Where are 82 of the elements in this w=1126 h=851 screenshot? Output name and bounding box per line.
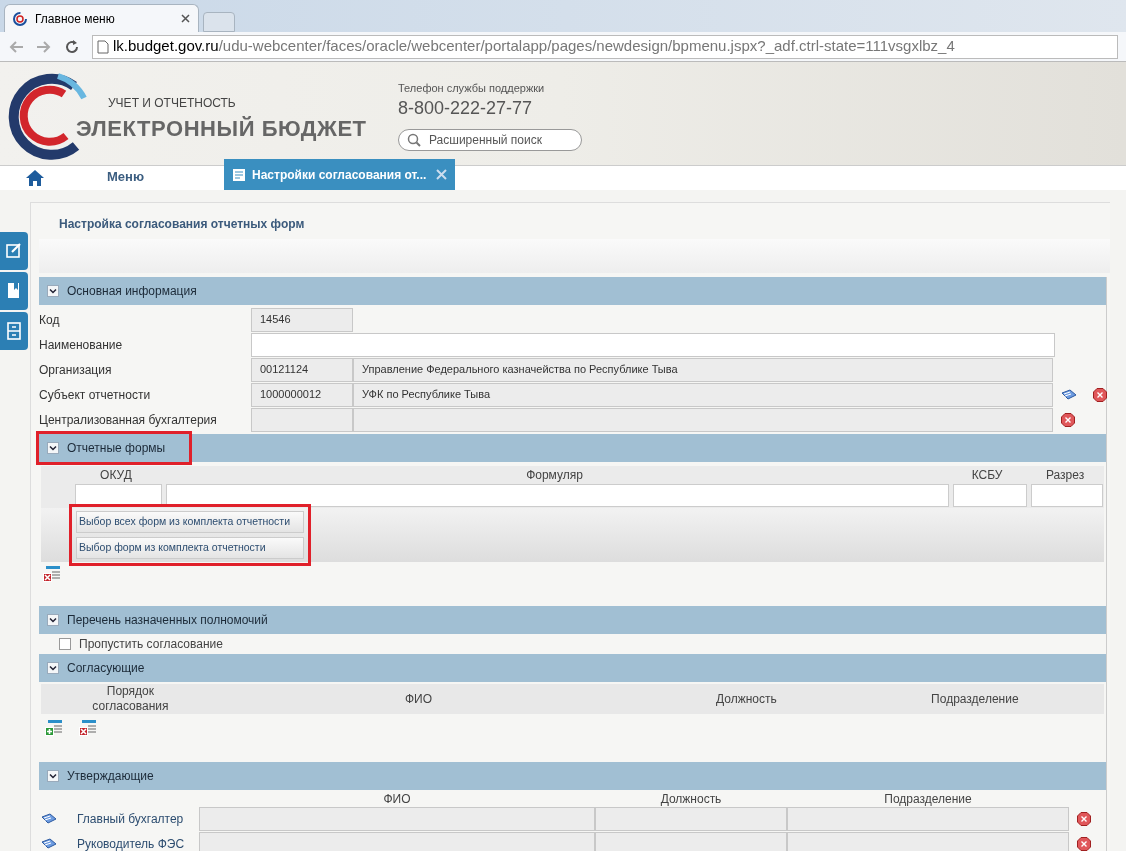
readonly-field: 14546 (251, 307, 353, 332)
book-icon[interactable] (41, 837, 57, 850)
field-label: Субъект отчетности (39, 386, 152, 404)
address-bar[interactable]: lk.budget.gov.ru/udu-webcenter/faces/oracle/webcenter/portalapp/pages/newdesign/bpmenu.jspx?_adf.ctrl-state=111vsgxlbz_4 (92, 34, 1118, 59)
logo-title: ЭЛЕКТРОННЫЙ БЮДЖЕТ (76, 115, 367, 143)
column-header: Порядок согласования (91, 684, 170, 714)
tab-title: Главное меню (35, 10, 116, 28)
cabinet-icon (6, 322, 22, 340)
book-icon[interactable] (41, 812, 57, 825)
name-input[interactable] (251, 332, 1055, 357)
close-icon[interactable] (181, 14, 190, 23)
side-tab[interactable] (0, 312, 28, 350)
okud-input[interactable] (75, 483, 162, 507)
section-title: Отчетные формы (67, 440, 166, 457)
home-icon[interactable] (25, 169, 45, 187)
section-input[interactable] (1031, 483, 1103, 507)
field-label: Организация (39, 361, 113, 379)
form-icon (232, 167, 248, 182)
column-header: Разрез (1044, 467, 1086, 482)
section-header[interactable]: Основная информация (39, 277, 1106, 305)
collapse-icon[interactable] (47, 662, 59, 674)
collapse-icon[interactable] (47, 285, 59, 297)
role-link[interactable]: Руководитель ФЭС (77, 834, 199, 851)
page-title: Настройка согласования отчетных форм (58, 216, 306, 233)
readonly-field: 00121124 (251, 357, 353, 382)
page-icon (97, 39, 109, 54)
column-header: Должность (714, 691, 778, 708)
section-header[interactable]: Перечень назначенных полномочий (39, 606, 1106, 634)
column-header: КСБУ (970, 467, 1004, 482)
select-forms-button[interactable]: Выбор форм из комплекта отчетности (76, 537, 304, 559)
collapse-icon[interactable] (47, 442, 59, 454)
column-header: ФИО (403, 691, 434, 708)
delete-row-icon[interactable] (43, 566, 61, 582)
side-tab[interactable] (0, 272, 28, 310)
support-phone: 8-800-222-27-77 (398, 96, 534, 119)
readonly-field: УФК по Республике Тыва (353, 382, 1053, 407)
book-icon[interactable] (1061, 388, 1077, 401)
search-icon (407, 133, 421, 147)
field-label: Наименование (39, 336, 124, 354)
add-row-icon[interactable] (45, 720, 63, 736)
reload-icon[interactable] (64, 38, 80, 55)
select-forms-button[interactable]: Выбор всех форм из комплекта отчетности (76, 511, 304, 533)
section-title: Основная информация (67, 283, 197, 300)
delete-icon[interactable] (1077, 836, 1091, 851)
column-header: Формуляр (525, 467, 584, 482)
readonly-field: Управление Федерального казначейства по Республике Тыва (353, 357, 1053, 382)
checkbox[interactable] (59, 638, 71, 650)
column-header: Подразделение (930, 691, 1020, 708)
browser-tab[interactable]: Главное меню (4, 4, 199, 32)
delete-row-icon[interactable] (79, 720, 97, 736)
site-logo-icon (13, 11, 27, 26)
field-label: Централизованная бухгалтерия (39, 411, 218, 429)
section-header[interactable]: Отчетные формы (39, 434, 1106, 462)
edit-icon (6, 242, 22, 260)
role-link[interactable]: Главный бухгалтер (77, 809, 199, 828)
collapse-icon[interactable] (47, 770, 59, 782)
section-header[interactable]: Согласующие (39, 654, 1106, 682)
side-tab[interactable] (0, 232, 28, 270)
readonly-field: 1000000012 (251, 382, 353, 407)
collapse-icon[interactable] (47, 614, 59, 626)
column-header: Должность (659, 791, 723, 806)
column-header: ОКУД (99, 467, 133, 482)
section-title: Согласующие (67, 660, 145, 677)
url-text: lk.budget.gov.ru/udu-webcenter/faces/oracle/webcenter/portalapp/pages/newdesign/bpmenu.jspx?_adf.ctrl-state=111vsgxlbz_4 (113, 36, 955, 57)
support-label: Телефон службы поддержки (398, 81, 546, 96)
ksbu-input[interactable] (953, 483, 1027, 507)
column-header: ФИО (382, 791, 412, 806)
section-title: Перечень назначенных полномочий (67, 612, 268, 629)
delete-icon[interactable] (1061, 412, 1075, 427)
delete-icon[interactable] (1077, 811, 1091, 826)
search-field[interactable]: Расширенный поиск (398, 129, 582, 151)
form-input[interactable] (166, 483, 949, 507)
page-tab[interactable]: Настройки согласования от... (224, 159, 455, 190)
field-label: Код (39, 311, 61, 329)
column-header: Подразделение (883, 791, 973, 806)
section-title: Утверждающие (67, 768, 154, 785)
checkbox-label: Пропустить согласование (79, 636, 223, 653)
menu-link[interactable]: Меню (107, 166, 144, 186)
book-icon (6, 282, 22, 300)
logo-subtitle: УЧЕТ И ОТЧЕТНОСТЬ (107, 95, 237, 112)
delete-icon[interactable] (1093, 387, 1107, 402)
section-header[interactable]: Утверждающие (39, 762, 1106, 790)
